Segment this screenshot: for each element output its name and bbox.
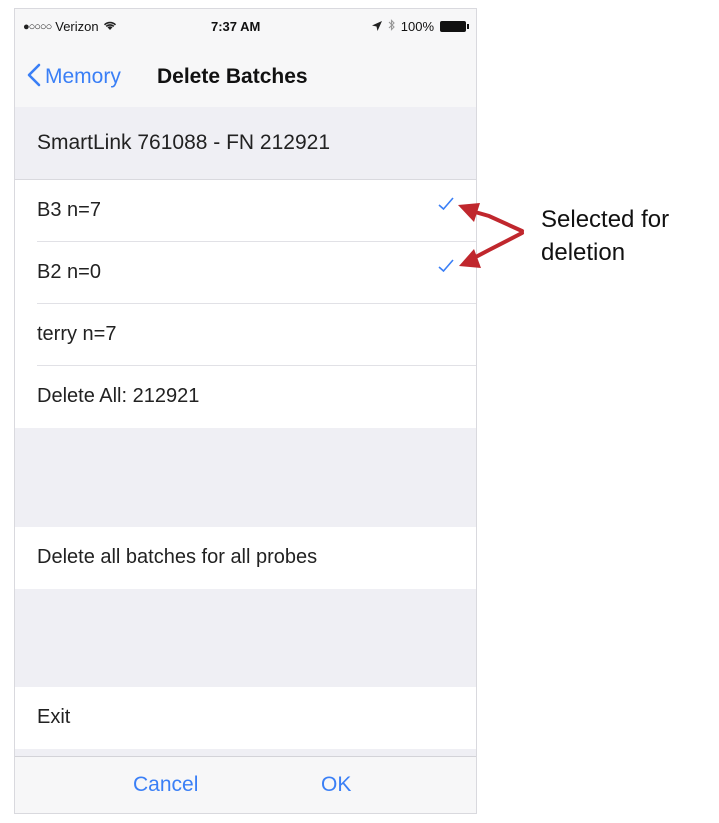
arrowhead-b3 — [458, 203, 480, 222]
annotation-label: Selected for deletion — [541, 206, 670, 266]
arrowhead-b2 — [459, 249, 481, 268]
arrow-to-b2 — [468, 231, 524, 262]
annotation-arrows — [458, 203, 524, 268]
